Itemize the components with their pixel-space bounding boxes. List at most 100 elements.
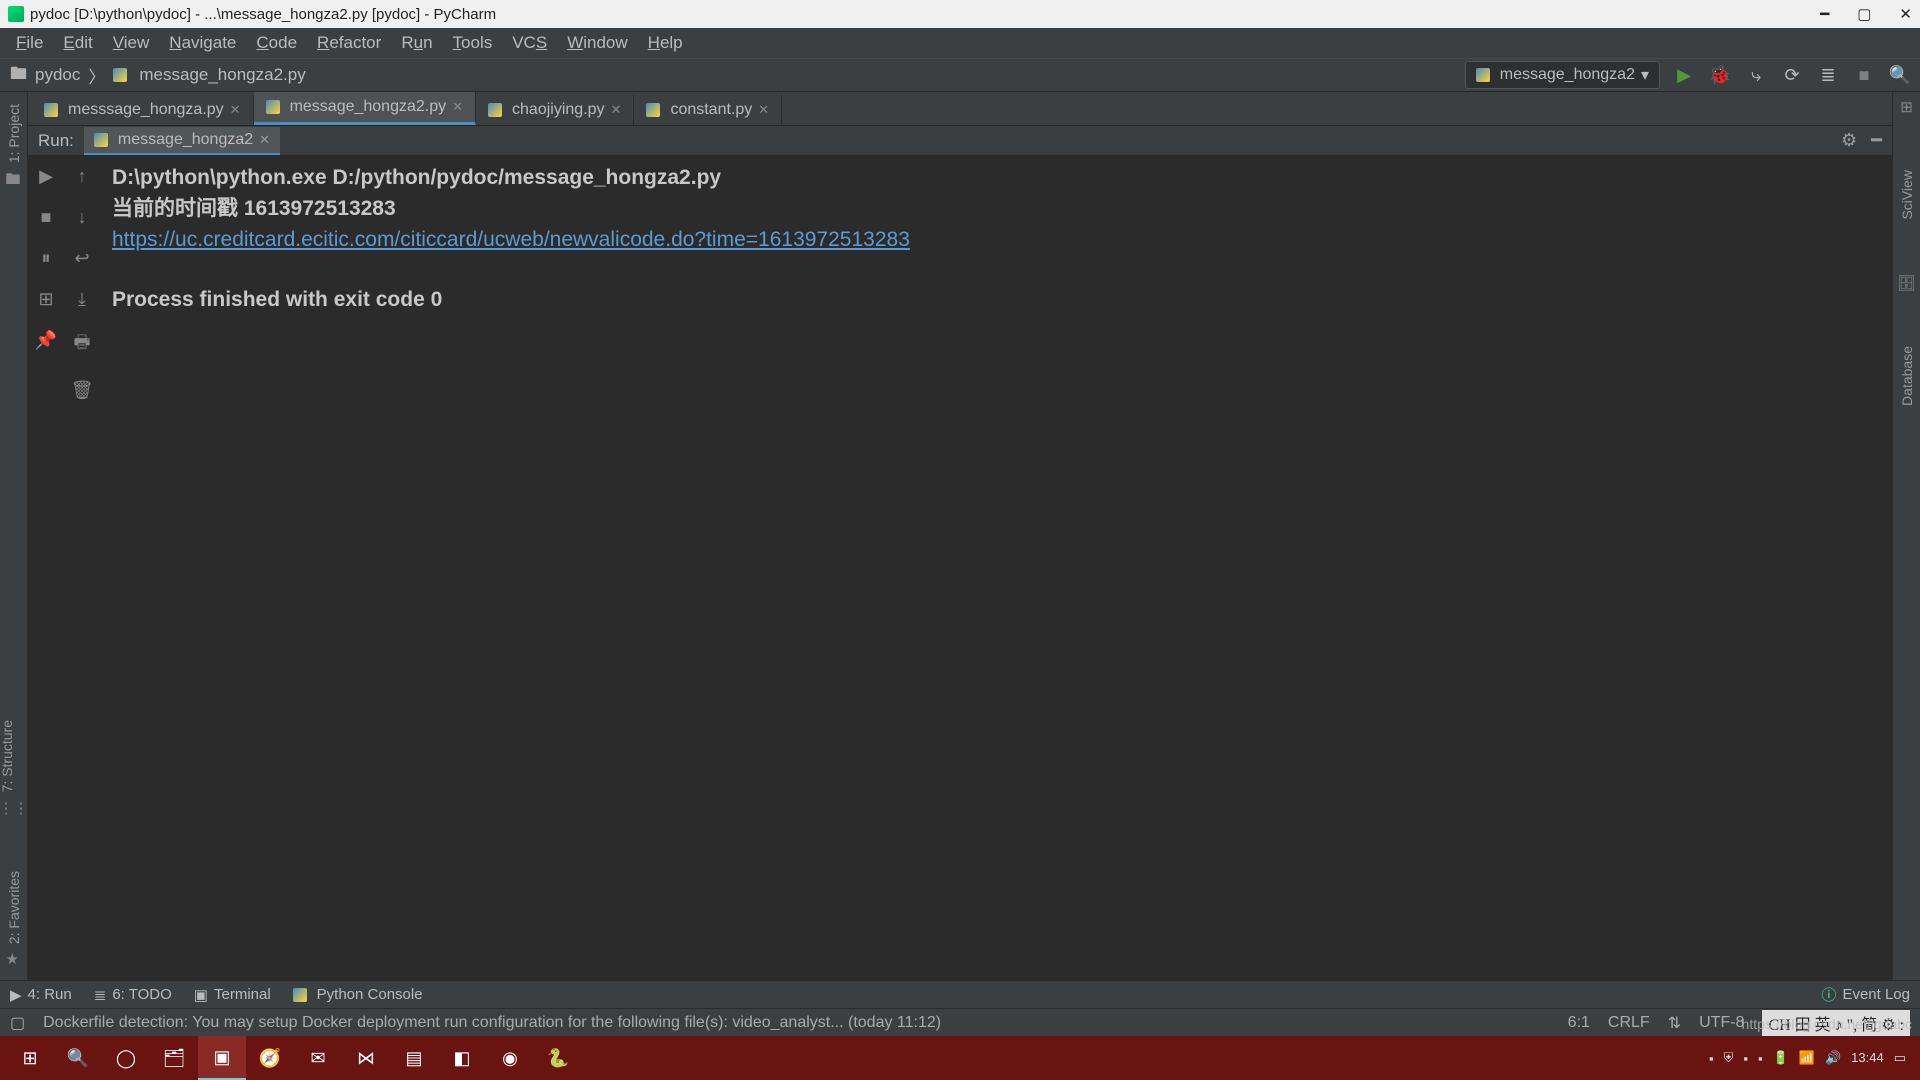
bottom-tab-run[interactable]: ▶4: Run — [10, 986, 72, 1004]
tool-project[interactable]: 1: Project — [6, 98, 22, 169]
menu-vcs[interactable]: VCS — [502, 30, 557, 56]
menu-refactor[interactable]: Refactor — [307, 30, 391, 56]
run-config-name: message_hongza2 — [1500, 66, 1635, 84]
cortana-search-icon[interactable]: 🔍 — [54, 1036, 102, 1080]
menu-run[interactable]: Run — [391, 30, 442, 56]
coverage-button[interactable]: ⤷ — [1746, 65, 1766, 86]
task-view-icon[interactable]: ◯ — [102, 1036, 150, 1080]
bottom-tool-stripe: ▶4: Run ≣6: TODO ▣ Terminal Python Consol… — [0, 980, 1920, 1008]
down-icon[interactable]: ↓ — [78, 207, 87, 228]
pycharm-taskbar-icon[interactable]: ▣ — [198, 1036, 246, 1080]
tray-wifi-icon[interactable]: 📶 — [1799, 1050, 1815, 1066]
close-tab-icon[interactable]: ✕ — [758, 102, 769, 118]
msstore-icon[interactable]: ◧ — [438, 1036, 486, 1080]
scroll-end-icon[interactable]: ⤓ — [78, 289, 86, 310]
taskbar-clock[interactable]: 13:44 — [1851, 1051, 1884, 1065]
tray-shield-icon[interactable]: ⛨ — [1724, 1050, 1734, 1066]
trash-icon[interactable]: 🗑 — [71, 380, 94, 401]
editor-tab[interactable]: messsage_hongza.py ✕ — [32, 95, 254, 125]
wrap-icon[interactable]: ↩ — [74, 248, 89, 269]
close-tab-icon[interactable]: ✕ — [452, 99, 463, 115]
up-icon[interactable]: ↑ — [78, 166, 87, 187]
grid-icon[interactable]: ⊞ — [1900, 98, 1913, 116]
tray-icon[interactable]: ▪ — [1758, 1051, 1763, 1066]
menu-code[interactable]: Code — [246, 30, 307, 56]
editor-tab[interactable]: chaojiying.py ✕ — [476, 95, 634, 125]
editor-tab[interactable]: constant.py ✕ — [634, 95, 782, 125]
editor-tab-label: constant.py — [670, 101, 752, 119]
db-icon[interactable]: 🗄 — [1897, 274, 1916, 292]
chrome-icon[interactable]: ◉ — [486, 1036, 534, 1080]
vscode-icon[interactable]: ⋈ — [342, 1036, 390, 1080]
menu-help[interactable]: Help — [638, 30, 693, 56]
pin-button[interactable]: 📌 — [35, 330, 57, 351]
tool-favorites[interactable]: 2: Favorites — [6, 865, 22, 950]
menu-window[interactable]: Window — [557, 30, 637, 56]
debug-button[interactable]: 🐞 — [1710, 65, 1730, 86]
menu-file[interactable]: File — [6, 30, 53, 56]
status-message: Dockerfile detection: You may setup Dock… — [43, 1014, 1550, 1032]
tray-icon[interactable]: ▪ — [1709, 1051, 1714, 1066]
rerun-button[interactable]: ▶ — [39, 166, 53, 187]
menu-edit[interactable]: Edit — [53, 30, 102, 56]
tray-volume-icon[interactable]: 🔊 — [1825, 1050, 1841, 1066]
gear-icon[interactable]: ⚙ — [1841, 130, 1857, 151]
notifications-icon[interactable]: ▭ — [1894, 1050, 1906, 1066]
bottom-tab-label: Python Console — [317, 986, 423, 1003]
breadcrumb-folder[interactable]: pydoc — [35, 65, 80, 85]
bottom-tab-label: Terminal — [214, 986, 271, 1003]
star-icon: ★ — [6, 950, 22, 968]
status-encoding[interactable]: UTF-8 — [1699, 1014, 1744, 1032]
python-file-icon — [293, 988, 307, 1002]
safari-icon[interactable]: 🧭 — [246, 1036, 294, 1080]
mail-icon[interactable]: ✉ — [294, 1036, 342, 1080]
print-icon[interactable]: 🖶 — [74, 330, 91, 360]
bottom-tab-python-console[interactable]: Python Console — [293, 986, 423, 1003]
run-session-tab[interactable]: message_hongza2 ✕ — [84, 127, 280, 155]
profile-button[interactable]: ⟳ — [1782, 65, 1802, 86]
search-everywhere-button[interactable]: 🔍 — [1890, 65, 1910, 86]
excel-icon[interactable]: ▤ — [390, 1036, 438, 1080]
stop-button[interactable]: ■ — [1854, 65, 1874, 86]
tool-sciview[interactable]: SciView — [1899, 164, 1915, 226]
window-title: pydoc [D:\python\pydoc] - ...\message_ho… — [30, 6, 1820, 23]
file-explorer-icon[interactable]: 🗂 — [150, 1036, 198, 1080]
terminal-icon: ▣ — [194, 986, 208, 1004]
menu-tools[interactable]: Tools — [443, 30, 503, 56]
menu-navigate[interactable]: Navigate — [159, 30, 246, 56]
project-icon: 🖿 — [6, 169, 22, 194]
tool-database[interactable]: Database — [1899, 340, 1915, 412]
editor-tab[interactable]: message_hongza2.py ✕ — [254, 92, 476, 125]
minimize-button[interactable]: ━ — [1820, 5, 1829, 23]
run-button[interactable]: ▶ — [1674, 65, 1694, 86]
breadcrumb: 🖿 pydoc 〉 message_hongza2.py — [10, 61, 1465, 90]
menu-view[interactable]: View — [103, 30, 160, 56]
status-caret-pos[interactable]: 6:1 — [1568, 1014, 1590, 1032]
console-output[interactable]: D:\python\python.exe D:/python/pydoc/mes… — [100, 156, 1892, 980]
attach-button[interactable]: ≣ — [1818, 65, 1838, 86]
close-tab-icon[interactable]: ✕ — [230, 102, 241, 118]
console-url-link[interactable]: https://uc.creditcard.ecitic.com/citicca… — [112, 228, 910, 251]
tool-structure[interactable]: 7: Structure — [0, 714, 15, 798]
close-session-icon[interactable]: ✕ — [259, 132, 270, 148]
hide-panel-icon[interactable]: ━ — [1871, 130, 1882, 151]
close-tab-icon[interactable]: ✕ — [611, 102, 622, 118]
pause-button[interactable]: ⏸ — [42, 248, 51, 269]
tray-battery-icon[interactable]: 🔋 — [1773, 1050, 1789, 1066]
bottom-tab-todo[interactable]: ≣6: TODO — [94, 986, 172, 1004]
breadcrumb-file[interactable]: message_hongza2.py — [139, 65, 305, 85]
bottom-tab-terminal[interactable]: ▣ Terminal — [194, 986, 271, 1004]
status-line-sep[interactable]: CRLF — [1608, 1014, 1650, 1032]
python-file-icon — [488, 103, 502, 117]
python-file-icon — [94, 133, 108, 147]
python-taskbar-icon[interactable]: 🐍 — [534, 1036, 582, 1080]
status-sidebar-toggle[interactable]: ▢ — [10, 1013, 25, 1033]
bottom-tab-event-log[interactable]: ⓘEvent Log — [1821, 984, 1910, 1005]
layout-button[interactable]: ⊞ — [38, 289, 53, 310]
maximize-button[interactable]: ▢ — [1857, 5, 1871, 23]
tray-icon[interactable]: ▪ — [1743, 1051, 1748, 1066]
start-button[interactable]: ⊞ — [6, 1036, 54, 1080]
close-button[interactable]: ✕ — [1899, 5, 1912, 23]
stop-run-button[interactable]: ■ — [41, 207, 52, 228]
run-config-selector[interactable]: message_hongza2 ▾ — [1465, 61, 1660, 89]
